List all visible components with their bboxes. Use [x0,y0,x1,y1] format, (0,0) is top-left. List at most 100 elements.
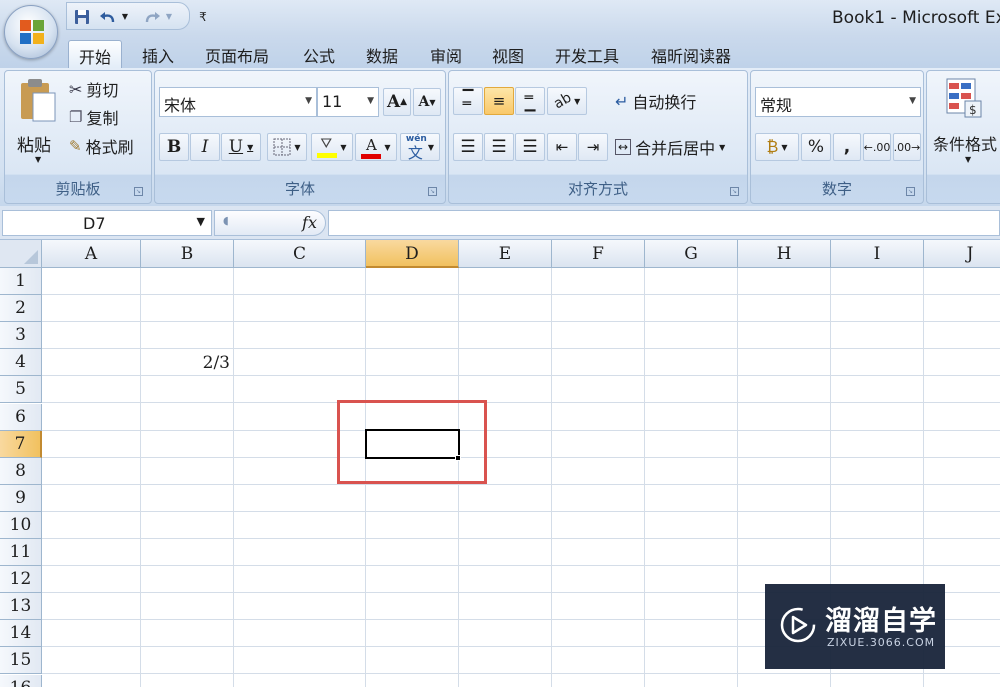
align-right-button[interactable]: ☰ [515,133,545,161]
bold-button[interactable]: B [159,133,189,161]
clipboard-dialog-launcher-icon[interactable]: ↘ [134,187,143,196]
paste-button[interactable]: 粘贴 ▼ [11,75,65,171]
row-header-11[interactable]: 11 [0,539,42,566]
worksheet-grid[interactable]: ABCDEFGHIJ 12345678910111213141516 2/3 溜… [0,240,1000,687]
tab-formulas[interactable]: 公式 [303,40,335,68]
decrease-indent-button[interactable]: ⇤ [547,133,577,161]
tab-review[interactable]: 审阅 [430,40,462,68]
row-header-2[interactable]: 2 [0,295,42,323]
tab-page-layout[interactable]: 页面布局 [205,40,269,68]
decrease-decimal-button[interactable]: .00 → [893,133,921,161]
fill-handle[interactable] [455,455,461,461]
row-header-6[interactable]: 6 [0,403,42,431]
font-size-select[interactable]: 11 ▼ [317,87,379,117]
tab-view[interactable]: 视图 [492,40,524,68]
row-header-4[interactable]: 4 [0,349,42,377]
tab-home[interactable]: 开始 [68,40,123,68]
alignment-dialog-launcher-icon[interactable]: ↘ [730,187,739,196]
phonetic-guide-button[interactable]: wén 文 ▼ [400,133,440,162]
row-header-7[interactable]: 7 [0,430,42,458]
customize-toolbar-icon[interactable]: ₹ [192,6,214,27]
conditional-formatting-label: 条件格式 [933,135,998,154]
increase-decimal-button[interactable]: ← .00 [863,133,891,161]
chevron-down-icon[interactable]: ▼ [197,215,205,228]
office-button[interactable] [4,5,58,59]
tab-insert[interactable]: 插入 [142,40,174,68]
percent-button[interactable]: % [801,133,831,161]
column-header-h[interactable]: H [738,240,831,268]
column-header-g[interactable]: G [645,240,738,268]
italic-button[interactable]: I [190,133,220,161]
comma-style-button[interactable]: , [833,133,861,161]
merge-center-label: 合并后居中 [635,139,716,158]
column-header-b[interactable]: B [141,240,234,268]
select-all-button[interactable] [0,240,42,268]
redo-dropdown-icon[interactable]: ▼ [163,6,175,27]
cut-button[interactable]: ✂ 剪切 [69,77,118,101]
paste-dropdown-icon: ▼ [35,155,42,164]
row-header-9[interactable]: 9 [0,484,42,512]
column-header-a[interactable]: A [42,240,141,268]
row-header-5[interactable]: 5 [0,376,42,404]
gridline-horizontal [42,673,1000,675]
row-header-16[interactable]: 16 [0,674,42,687]
align-top-button[interactable]: ▔ ═ [453,87,483,115]
name-box[interactable]: D7 ▼ [2,210,212,236]
formula-input[interactable] [328,210,1000,236]
conditional-formatting-button[interactable]: $ 条件格式 ▼ [931,75,1000,171]
redo-icon[interactable] [141,6,163,27]
tab-developer[interactable]: 开发工具 [555,40,619,68]
font-name-select[interactable]: 宋体 ▼ [159,87,317,117]
row-header-3[interactable]: 3 [0,322,42,350]
active-cell-d7[interactable] [365,429,460,459]
font-color-icon: A [361,135,382,159]
align-left-button[interactable]: ☰ [453,133,483,161]
tab-foxit-reader[interactable]: 福昕阅读器 [651,40,731,68]
currency-button[interactable]: ₿ ▼ [755,133,799,161]
row-header-10[interactable]: 10 [0,511,42,539]
row-header-13[interactable]: 13 [0,593,42,621]
drag-handle-icon[interactable]: ◖ [223,214,229,227]
align-center-button[interactable]: ☰ [484,133,514,161]
align-middle-button[interactable]: ≡ [484,87,514,115]
align-middle-icon: ≡ [492,92,506,110]
column-header-c[interactable]: C [234,240,366,268]
row-header-14[interactable]: 14 [0,620,42,648]
number-format-select[interactable]: 常规 ▼ [755,87,921,117]
save-icon[interactable] [71,6,93,27]
tab-data[interactable]: 数据 [366,40,398,68]
font-color-button[interactable]: A ▼ [355,133,397,161]
column-header-e[interactable]: E [459,240,552,268]
column-header-i[interactable]: I [831,240,924,268]
insert-function-icon[interactable]: fx [302,213,317,232]
cell-b4[interactable]: 2/3 [141,350,233,377]
decrease-indent-icon: ⇤ [555,138,569,156]
underline-button[interactable]: U ▼ [221,133,261,161]
borders-button[interactable]: ▼ [267,133,307,161]
grow-font-button[interactable]: A ▲ [383,88,411,116]
align-bottom-button[interactable]: ═ ▁ [515,87,545,115]
undo-icon[interactable] [97,6,119,27]
wrap-text-button[interactable]: ↵ 自动换行 [615,89,696,113]
merge-center-button[interactable]: ↔ 合并后居中 ▼ [615,135,725,159]
shrink-font-button[interactable]: A ▼ [413,88,441,116]
gridline-vertical [551,268,552,687]
row-header-8[interactable]: 8 [0,457,42,485]
format-painter-button[interactable]: ✎ 格式刷 [69,134,134,158]
fill-color-button[interactable]: ⛛ ▼ [311,133,353,161]
row-header-15[interactable]: 15 [0,647,42,675]
column-header-j[interactable]: J [924,240,1000,268]
increase-indent-button[interactable]: ⇥ [578,133,608,161]
number-dialog-launcher-icon[interactable]: ↘ [906,187,915,196]
row-header-12[interactable]: 12 [0,566,42,594]
row-header-1[interactable]: 1 [0,268,42,295]
column-header-f[interactable]: F [552,240,645,268]
styles-group: $ 条件格式 ▼ [926,70,1000,204]
orientation-button[interactable]: ab ▼ [547,87,587,115]
increase-decimal-icon: ← [863,140,873,154]
font-dialog-launcher-icon[interactable]: ↘ [428,187,437,196]
undo-dropdown-icon[interactable]: ▼ [119,6,131,27]
copy-button[interactable]: ❐ 复制 [69,105,118,129]
column-header-d[interactable]: D [366,240,459,268]
name-box-value: D7 [83,214,106,233]
